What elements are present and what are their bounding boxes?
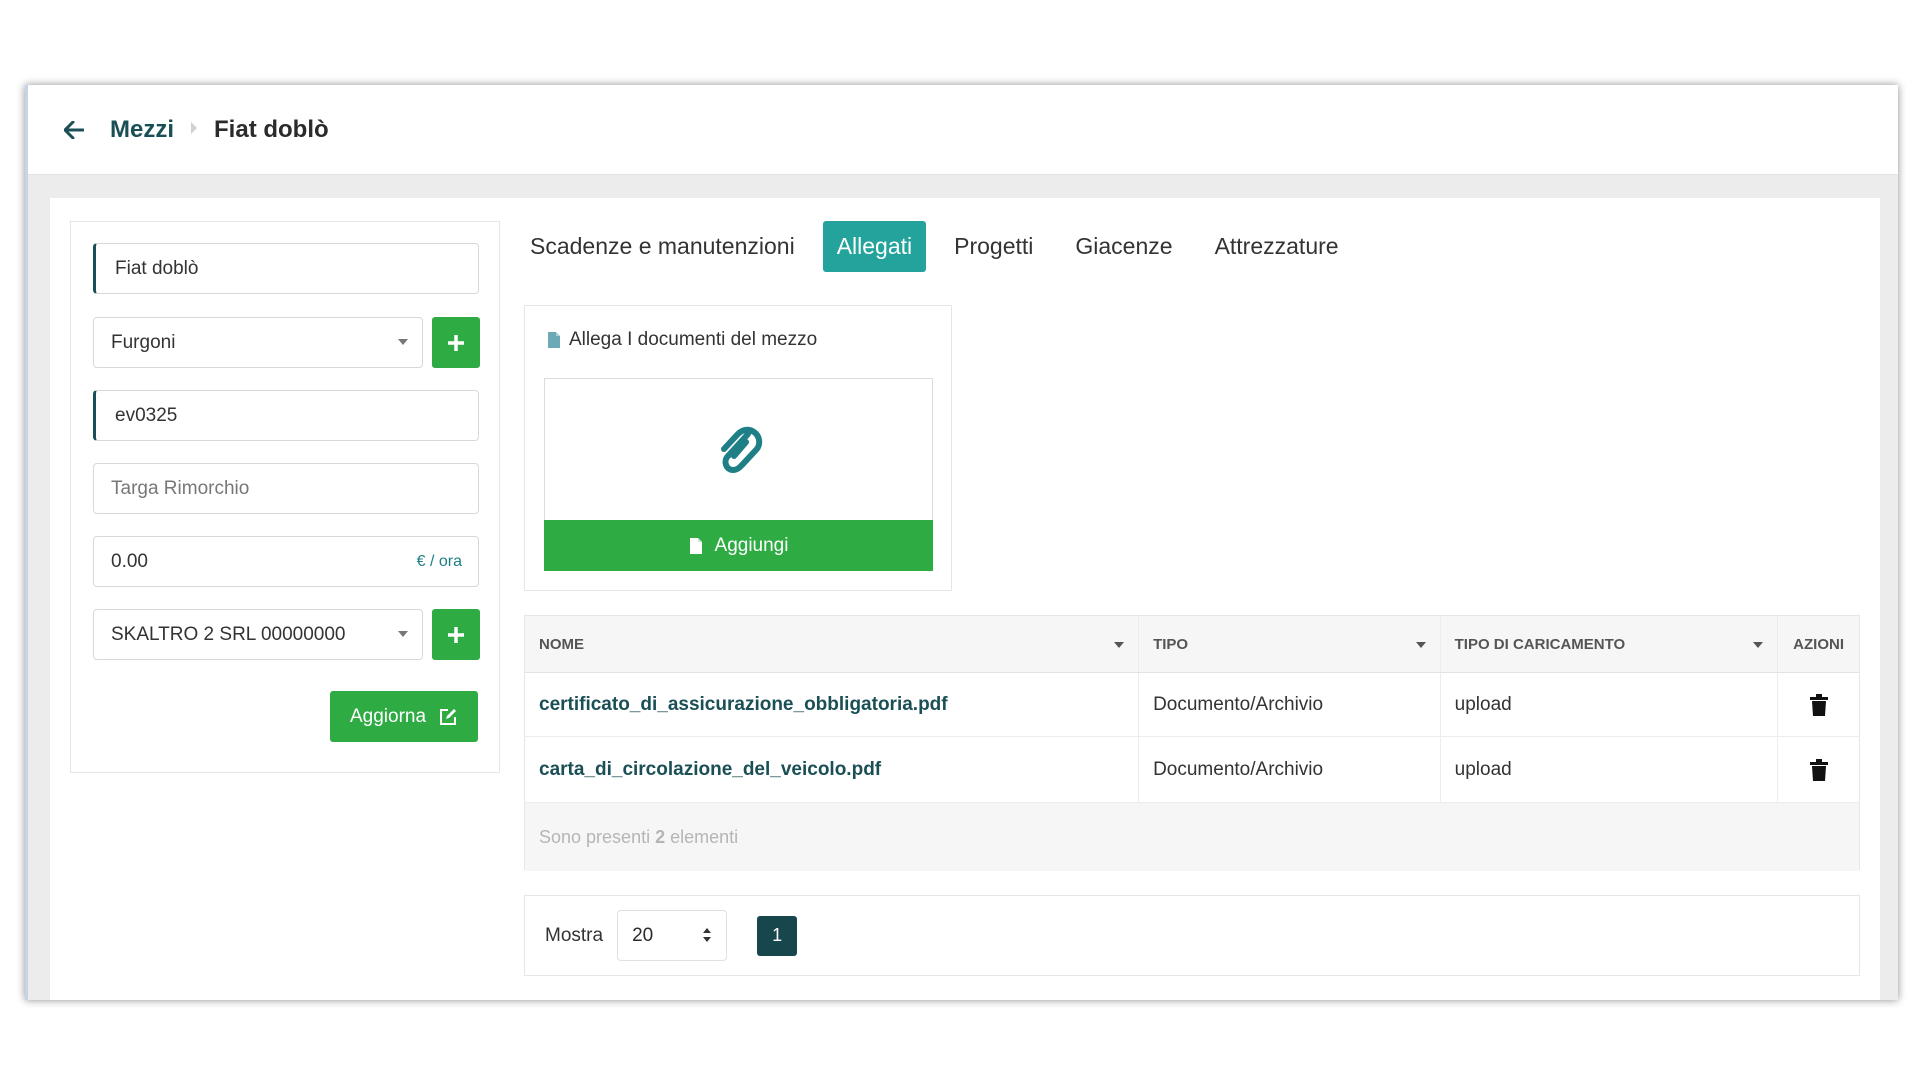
file-icon [548,332,560,348]
paperclip-icon [720,426,762,473]
trailer-plate-input[interactable]: Targa Rimorchio [93,463,479,514]
tab-progetti[interactable]: Progetti [940,221,1047,272]
plate-value: ev0325 [115,404,178,426]
trailer-plate-placeholder: Targa Rimorchio [111,477,250,499]
page-size-label: Mostra [545,924,604,946]
column-header-tipo[interactable]: TIPO [1139,616,1441,672]
attachment-title-text: Allega I documenti del mezzo [569,329,818,350]
column-header-nome[interactable]: NOME [525,616,1140,672]
file-drop-area[interactable] [544,378,933,520]
actions-cell [1778,737,1859,802]
upload-type-cell: upload [1441,737,1779,802]
add-category-button[interactable] [432,317,480,368]
column-header-label: NOME [539,635,584,653]
file-type-cell: Documento/Archivio [1139,737,1441,802]
page-size-value: 20 [632,924,654,946]
chevron-down-icon [398,631,408,637]
chevron-down-icon [398,339,408,345]
edit-icon [440,708,457,725]
sort-caret-icon [1114,642,1125,648]
hourly-cost-input[interactable]: 0.00 € / ora [93,536,479,587]
file-type-cell: Documento/Archivio [1139,673,1441,736]
add-company-button[interactable] [432,609,480,660]
tab-bar: Scadenze e manutenzioni Allegati Progett… [516,221,1367,272]
plus-icon [448,334,464,351]
attachment-title: Allega I documenti del mezzo [547,329,817,351]
trash-icon[interactable] [1809,693,1828,716]
table-row: carta_di_circolazione_del_veicolo.pdf Do… [525,737,1859,803]
file-name-link[interactable]: certificato_di_assicurazione_obbligatori… [539,694,948,716]
add-attachment-button[interactable]: Aggiungi [544,520,933,571]
column-header-tipo-caricamento[interactable]: TIPO DI CARICAMENTO [1441,616,1779,672]
tab-attrezzature[interactable]: Attrezzature [1201,221,1353,272]
breadcrumb-parent-link[interactable]: Mezzi [110,116,174,144]
vehicle-form: Fiat doblò Furgoni ev0325 Targa Rimorchi… [70,221,500,773]
footer-suffix: elementi [670,826,739,847]
attachments-table: NOME TIPO TIPO DI CARICAMENTO AZIONI cer [524,615,1860,871]
category-value: Furgoni [111,331,176,353]
trash-icon[interactable] [1809,758,1828,781]
app-window: Mezzi Fiat doblò Fiat doblò Furgoni ev03… [25,85,1898,1000]
actions-cell [1778,673,1859,736]
content-card: Fiat doblò Furgoni ev0325 Targa Rimorchi… [50,198,1880,1000]
hourly-cost-value: 0.00 [111,550,148,572]
column-header-label: TIPO [1153,635,1189,653]
vehicle-name-input[interactable]: Fiat doblò [93,243,479,294]
plate-input[interactable]: ev0325 [93,390,479,441]
sort-caret-icon [1415,642,1426,648]
table-header: NOME TIPO TIPO DI CARICAMENTO AZIONI [525,616,1859,673]
file-name-link[interactable]: carta_di_circolazione_del_veicolo.pdf [539,759,881,781]
back-arrow-icon[interactable] [62,118,86,142]
hourly-cost-suffix: € / ora [416,552,462,570]
update-button-label: Aggiorna [349,705,427,727]
vehicle-name-value: Fiat doblò [115,257,199,279]
breadcrumb-separator-icon [190,121,198,139]
sort-updown-icon [703,928,712,942]
update-button[interactable]: Aggiorna [330,691,478,742]
column-header-label: TIPO DI CARICAMENTO [1454,635,1626,653]
tab-scadenze[interactable]: Scadenze e manutenzioni [516,221,809,272]
upload-type-cell: upload [1441,673,1779,736]
plus-icon [448,626,464,643]
footer-prefix: Sono presenti [539,826,651,847]
pagination-bar: Mostra 20 1 [524,895,1860,976]
add-attachment-label: Aggiungi [714,534,789,556]
page-size-select[interactable]: 20 [617,910,728,961]
sort-caret-icon [1753,642,1764,648]
header-bar: Mezzi Fiat doblò [28,85,1898,175]
tab-giacenze[interactable]: Giacenze [1061,221,1186,272]
footer-count: 2 [655,826,666,847]
column-header-azioni: AZIONI [1778,616,1859,672]
page-number-button[interactable]: 1 [757,915,798,956]
page-title: Fiat doblò [214,115,329,143]
table-row: certificato_di_assicurazione_obbligatori… [525,673,1859,737]
company-select[interactable]: SKALTRO 2 SRL 00000000 [93,609,423,660]
column-header-label: AZIONI [1793,635,1844,653]
file-name-cell: carta_di_circolazione_del_veicolo.pdf [525,737,1140,802]
file-name-cell: certificato_di_assicurazione_obbligatori… [525,673,1140,736]
tab-allegati[interactable]: Allegati [822,221,927,272]
category-select[interactable]: Furgoni [93,317,423,368]
company-value: SKALTRO 2 SRL 00000000 [111,623,346,645]
attachment-uploader: Allega I documenti del mezzo Aggiungi [524,305,952,591]
table-footer: Sono presenti 2 elementi [525,803,1859,871]
file-icon [689,537,702,554]
